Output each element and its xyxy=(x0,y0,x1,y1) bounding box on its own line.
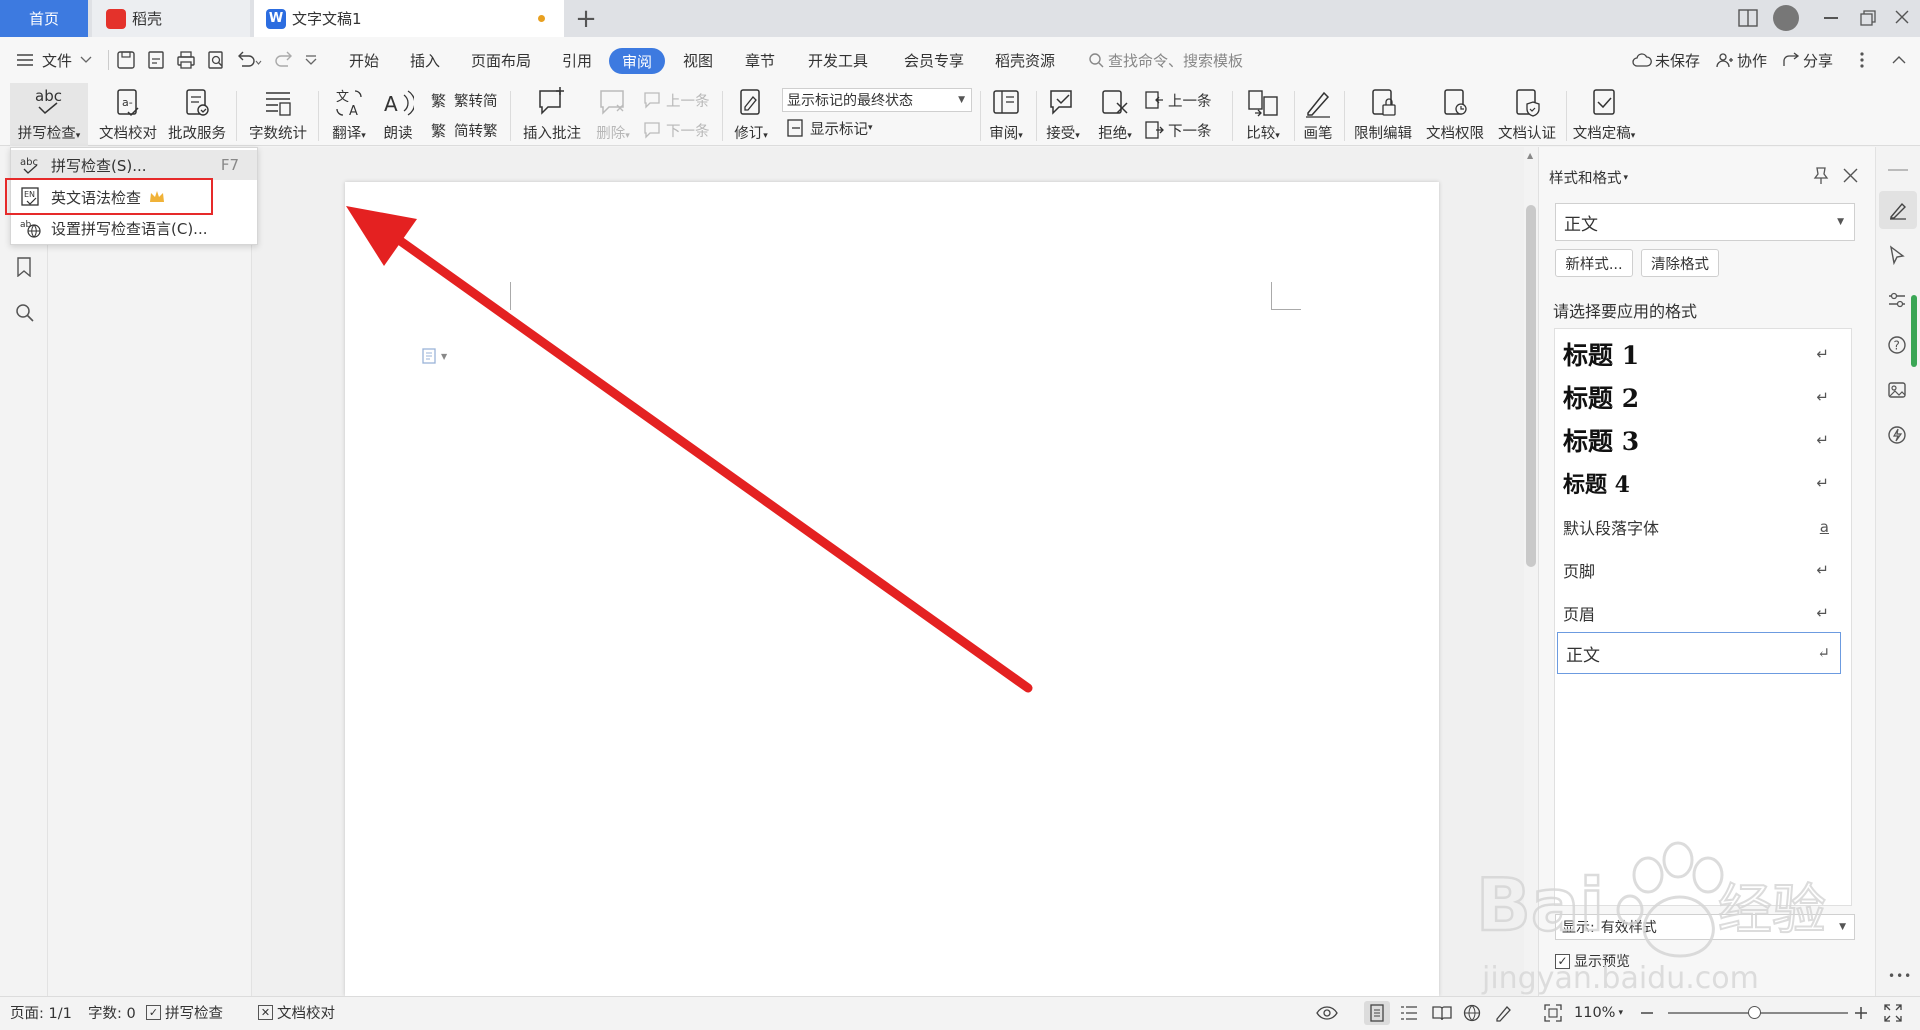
annotation-arrow xyxy=(346,206,1033,693)
menu-item-set-language[interactable]: ab 设置拼写检查语言(C)... xyxy=(11,213,257,243)
menu-item-spell-check-label: 拼写检查(S)... xyxy=(51,156,147,175)
menu-item-set-language-label: 设置拼写检查语言(C)... xyxy=(51,219,208,238)
spell-check-icon: abc xyxy=(20,157,38,174)
menu-item-spell-check[interactable]: abc 拼写检查(S)... F7 xyxy=(11,150,257,180)
shortcut-label: F7 xyxy=(220,156,239,174)
highlight-box xyxy=(5,178,213,215)
svg-text:ab: ab xyxy=(20,220,32,230)
language-globe-icon: ab xyxy=(20,220,41,238)
